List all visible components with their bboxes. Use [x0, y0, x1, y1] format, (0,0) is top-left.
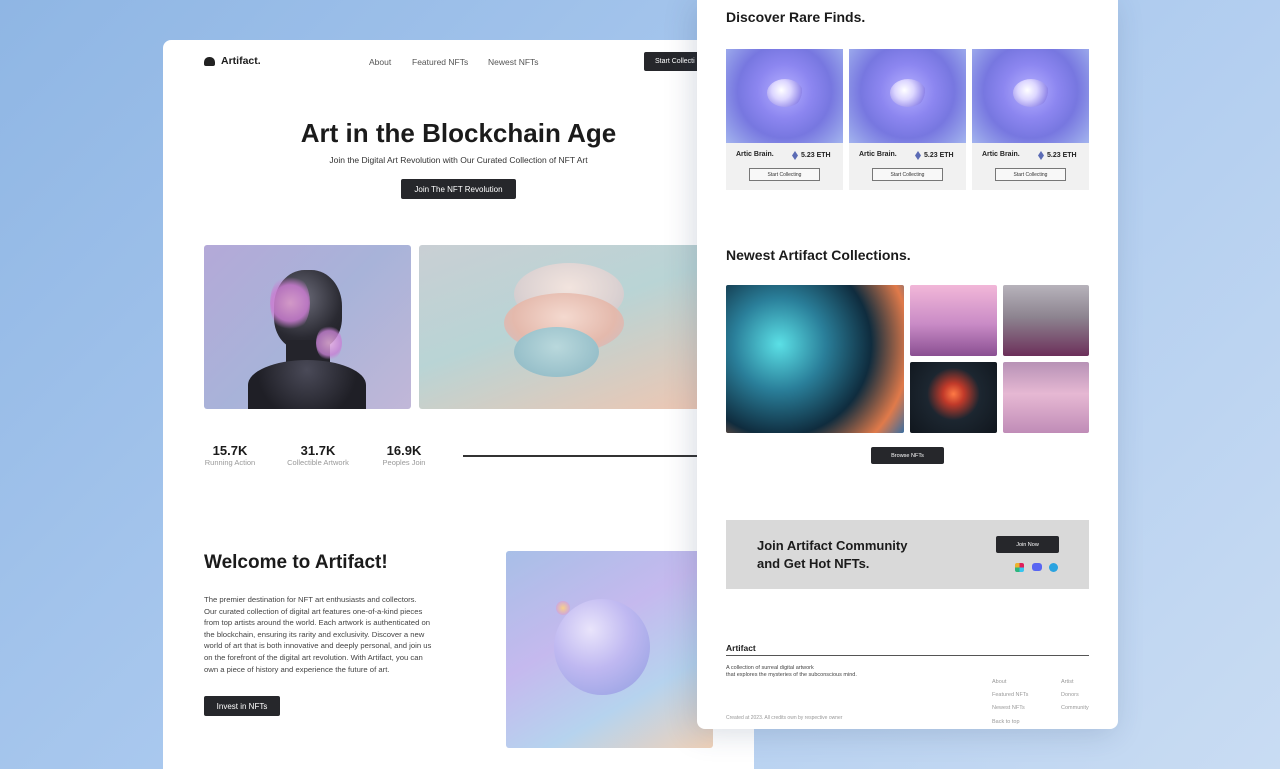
footer-links-col2: Artist Donors Community	[1061, 676, 1089, 716]
welcome-line: Our curated collection of digital art fe…	[204, 606, 423, 616]
hero-artwork-abstract	[419, 245, 719, 409]
nav-featured-nfts[interactable]: Featured NFTs	[412, 57, 468, 67]
hero-artwork-bust	[204, 245, 411, 409]
community-line: Join Artifact Community	[757, 538, 908, 553]
nft-price: 5.23 ETH	[915, 151, 954, 160]
join-revolution-button[interactable]: Join The NFT Revolution	[401, 179, 516, 199]
logo-icon	[204, 56, 215, 66]
nav-about[interactable]: About	[369, 57, 391, 67]
discord-icon[interactable]	[1032, 563, 1042, 571]
nft-price-value: 5.23 ETH	[924, 152, 954, 159]
nft-image-brain	[849, 49, 966, 143]
footer-brand: Artifact	[726, 643, 756, 653]
nft-price-value: 5.23 ETH	[1047, 152, 1077, 159]
welcome-line: The premier destination for NFT art enth…	[204, 595, 417, 604]
brand-name: Artifact.	[221, 55, 261, 67]
footer-tagline-line: A collection of surreal digital artwork	[726, 665, 814, 671]
landing-page-main: Artifact. About Featured NFTs Newest NFT…	[163, 40, 754, 769]
community-line: and Get Hot NFTs.	[757, 556, 870, 571]
collection-image-iridescent[interactable]	[726, 285, 904, 433]
welcome-line: own a piece of history and experience th…	[204, 664, 390, 674]
rare-finds-title: Discover Rare Finds.	[726, 9, 866, 25]
footer-links-col1: About Featured NFTs Newest NFTs Back to …	[992, 676, 1028, 729]
nft-price-value: 5.23 ETH	[801, 152, 831, 159]
stat-value: 31.7K	[300, 443, 336, 458]
nft-name: Artic Brain.	[982, 151, 1020, 158]
slack-icon[interactable]	[1015, 563, 1024, 572]
footer-link-newest[interactable]: Newest NFTs	[992, 702, 1028, 715]
invest-button[interactable]: Invest in NFTs	[204, 696, 280, 716]
welcome-line: world of art that is both innovative and…	[204, 641, 432, 651]
browse-nfts-button[interactable]: Browse NFTs	[871, 447, 944, 464]
nft-card[interactable]: Artic Brain. 5.23 ETH Start Collecting	[849, 49, 966, 190]
hero-subtitle: Join the Digital Art Revolution with Our…	[329, 155, 588, 165]
stats-divider	[463, 455, 723, 457]
ethereum-icon	[792, 151, 798, 160]
start-collecting-card-button[interactable]: Start Collecting	[995, 168, 1066, 181]
welcome-line: the blockchain, ensuring its rarity and …	[204, 629, 425, 639]
welcome-description: The premier destination for NFT art enth…	[204, 594, 431, 675]
nft-price: 5.23 ETH	[792, 151, 831, 160]
nft-card[interactable]: Artic Brain. 5.23 ETH Start Collecting	[726, 49, 843, 190]
ethereum-icon	[1038, 151, 1044, 160]
stat-label: Peoples Join	[382, 458, 426, 467]
footer-link-community[interactable]: Community	[1061, 702, 1089, 715]
footer-tagline-line: that explores the mysteries of the subco…	[726, 672, 857, 678]
community-banner: Join Artifact Community and Get Hot NFTs…	[726, 520, 1089, 589]
nft-card[interactable]: Artic Brain. 5.23 ETH Start Collecting	[972, 49, 1089, 190]
community-text: Join Artifact Community and Get Hot NFTs…	[757, 537, 907, 573]
stat-peoples-join: 16.9K Peoples Join	[381, 443, 427, 467]
ethereum-icon	[915, 151, 921, 160]
hero-title: Art in the Blockchain Age	[300, 118, 617, 148]
nft-image-brain	[726, 49, 843, 143]
footer-link-featured[interactable]: Featured NFTs	[992, 689, 1028, 702]
nav-newest-nfts[interactable]: Newest NFTs	[488, 57, 539, 67]
start-collecting-card-button[interactable]: Start Collecting	[872, 168, 943, 181]
stat-label: Running Action	[204, 458, 256, 467]
telegram-icon[interactable]	[1049, 563, 1058, 572]
footer-link-donors[interactable]: Donors	[1061, 689, 1089, 702]
collection-image-astronaut[interactable]	[910, 362, 997, 433]
welcome-line: from top artists around the world. Each …	[204, 618, 431, 628]
collection-image-floating-rock[interactable]	[1003, 285, 1089, 356]
footer-divider	[726, 655, 1089, 656]
nft-price: 5.23 ETH	[1038, 151, 1077, 160]
welcome-line: on the forefront of the digital art revo…	[204, 652, 423, 662]
footer-link-about[interactable]: About	[992, 676, 1028, 689]
stat-label: Collectible Artwork	[287, 458, 349, 467]
footer-link-artist[interactable]: Artist	[1061, 676, 1089, 689]
footer-link-back-to-top[interactable]: Back to top	[992, 716, 1028, 729]
nft-name: Artic Brain.	[859, 151, 897, 158]
nft-image-brain	[972, 49, 1089, 143]
welcome-title: Welcome to Artifact!	[204, 552, 388, 573]
stat-collectible-artwork: 31.7K Collectible Artwork	[285, 443, 351, 467]
landing-page-continued: Discover Rare Finds. Artic Brain. 5.23 E…	[697, 0, 1118, 729]
collection-image-arch[interactable]	[1003, 362, 1089, 433]
collections-title: Newest Artifact Collections.	[726, 247, 911, 263]
stat-value: 15.7K	[212, 443, 248, 458]
collection-image-pink-tree[interactable]	[910, 285, 997, 356]
stat-value: 16.9K	[386, 443, 422, 458]
stat-running-action: 15.7K Running Action	[204, 443, 256, 467]
brand-logo[interactable]: Artifact.	[204, 55, 261, 67]
footer-tagline: A collection of surreal digital artwork …	[726, 665, 857, 679]
welcome-artwork-sphere	[506, 551, 713, 748]
start-collecting-card-button[interactable]: Start Collecting	[749, 168, 820, 181]
join-now-button[interactable]: Join Now	[996, 536, 1059, 553]
footer-credit: Created at 2023. All credits own by resp…	[726, 715, 843, 721]
nft-name: Artic Brain.	[736, 151, 774, 158]
